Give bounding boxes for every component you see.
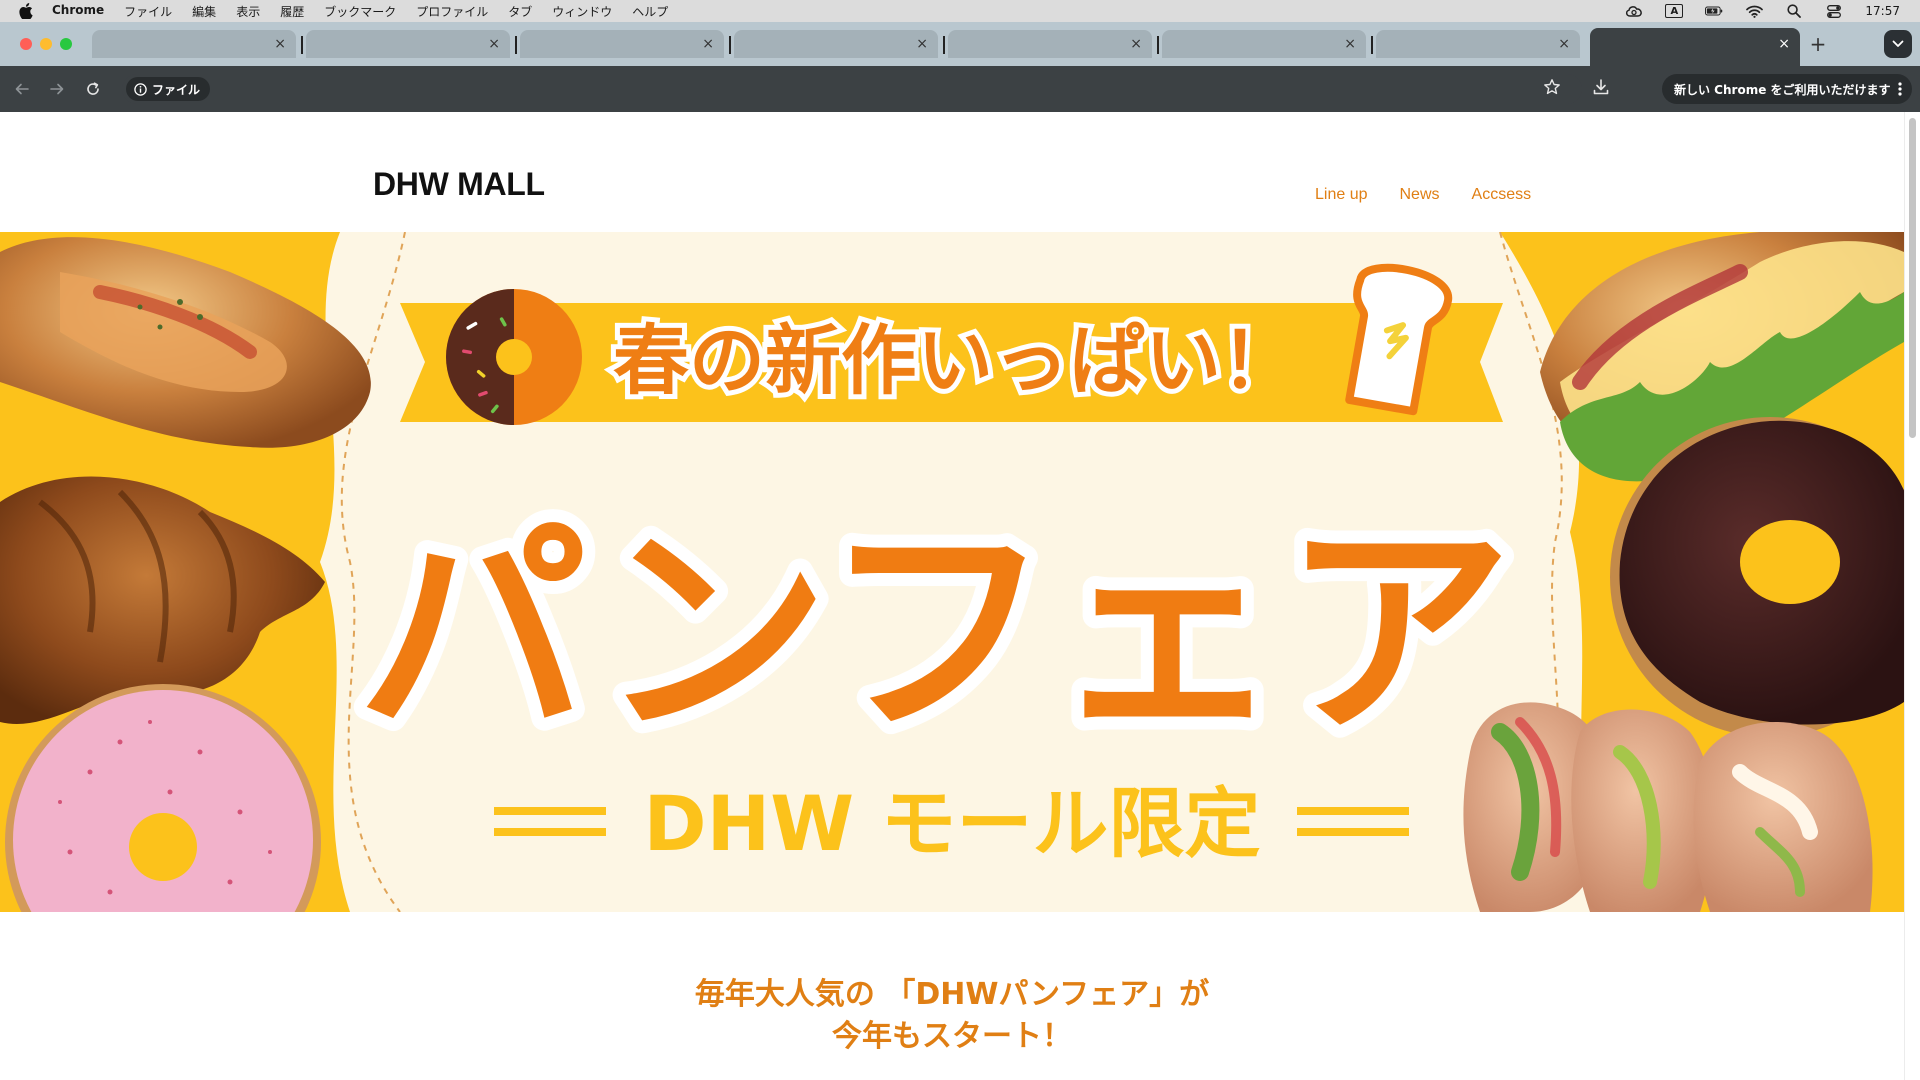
hero-title: パンフェア [358,500,1513,767]
tab-divider [1157,36,1159,54]
tab-close-icon[interactable]: × [274,36,286,52]
menu-chrome[interactable]: Chrome [52,3,104,20]
tab-divider [301,36,303,54]
menu-profiles[interactable]: プロファイル [416,3,488,20]
nav-link-news[interactable]: News [1400,186,1440,204]
apple-menu-icon[interactable] [18,3,34,19]
subtitle-rule-right [1297,828,1409,836]
menu-tab[interactable]: タブ [508,3,532,20]
nav-link-lineup[interactable]: Line up [1315,186,1368,204]
chrome-update-label: 新しい Chrome をご利用いただけます [1674,82,1891,97]
hero-headline: 春の新作いっぱい！ [613,316,1297,405]
tab-close-icon[interactable]: × [1130,36,1142,52]
browser-tab[interactable]: × [92,30,296,58]
forward-button[interactable] [47,79,67,99]
menu-bar-clock[interactable]: 17:57 [1865,4,1900,18]
menu-help[interactable]: ヘルプ [632,3,668,20]
window-zoom-button[interactable] [60,38,72,50]
intro-line-1: 毎年大人気の 「DHWパンフェア」が [694,977,1210,1012]
site-logo[interactable]: DHW MALL [373,166,545,203]
window-close-button[interactable] [20,38,32,50]
page-viewport: DHW MALL Line up News Accsess 春の新作いっぱい！ … [0,112,1920,1080]
hero-subtitle: DHW モール限定 [644,779,1261,868]
menu-file[interactable]: ファイル [124,3,172,20]
star-icon [1544,79,1560,95]
control-center-icon[interactable] [1825,4,1843,18]
tab-divider [515,36,517,54]
menu-view[interactable]: 表示 [236,3,260,20]
menu-window[interactable]: ウィンドウ [552,3,612,20]
intro-text: 毎年大人気の 「DHWパンフェア」が 今年もスタート！ [0,974,1904,1058]
nav-link-access[interactable]: Accsess [1472,186,1532,204]
menu-edit[interactable]: 編集 [192,3,216,20]
menu-bookmarks[interactable]: ブックマーク [324,3,396,20]
address-bar[interactable]: ファイル [122,74,1582,104]
browser-toolbar: ファイル 新しい Chrome をご利用いただけます [0,66,1920,112]
browser-tab[interactable]: × [1162,30,1366,58]
site-header: DHW MALL Line up News Accsess [0,112,1904,232]
site-chip-label: ファイル [152,82,201,97]
reload-icon [87,82,99,95]
menu-history[interactable]: 履歴 [280,3,304,20]
bagel-sandwich-image [1463,702,1873,912]
hero-banner: 春の新作いっぱい！ パンフェア DHW モール限定 [0,232,1904,912]
subtitle-rule-right [1297,807,1409,815]
new-tab-button[interactable]: + [1806,32,1830,56]
bookmark-star-button[interactable] [1543,78,1561,100]
global-nav: Line up News Accsess [1315,186,1531,204]
chevron-down-icon [1892,40,1904,47]
spotlight-search-icon[interactable] [1785,4,1803,18]
tab-close-icon[interactable]: × [916,36,928,52]
subtitle-rule-left [494,828,606,836]
browser-tab[interactable]: × [1376,30,1580,58]
download-icon [1593,79,1609,95]
page-scrollbar[interactable] [1904,112,1920,1080]
tab-divider [943,36,945,54]
donut-icon [446,289,582,425]
creative-cloud-icon[interactable] [1625,4,1643,18]
subtitle-rule-left [494,807,606,815]
chrome-update-button[interactable]: 新しい Chrome をご利用いただけます [1662,74,1912,104]
arrow-right-icon [50,83,64,95]
downloads-button[interactable] [1592,78,1610,100]
more-options-icon [1898,82,1902,96]
wifi-icon[interactable] [1745,4,1763,18]
active-browser-tab[interactable]: × [1590,28,1800,66]
tab-close-icon[interactable]: × [702,36,714,52]
browser-tab-strip: × × × × × × × × + [0,22,1920,66]
tab-close-icon[interactable]: × [1778,36,1790,52]
macos-menu-bar: Chrome ファイル 編集 表示 履歴 ブックマーク プロファイル タブ ウィ… [0,0,1920,22]
tab-search-button[interactable] [1884,30,1912,58]
hero-banner-artwork: 春の新作いっぱい！ パンフェア DHW モール限定 [0,232,1904,912]
tab-close-icon[interactable]: × [1344,36,1356,52]
scrollbar-thumb[interactable] [1909,118,1916,438]
browser-tab[interactable]: × [734,30,938,58]
input-source-icon[interactable]: A [1665,4,1684,18]
tab-close-icon[interactable]: × [1558,36,1570,52]
tab-close-icon[interactable]: × [488,36,500,52]
browser-tab[interactable]: × [520,30,724,58]
reload-button[interactable] [83,79,103,99]
tab-divider [1371,36,1373,54]
site-info-chip[interactable]: ファイル [126,77,211,101]
info-icon [134,82,147,96]
browser-tab[interactable]: × [948,30,1152,58]
intro-line-2: 今年もスタート！ [832,1019,1072,1054]
tab-divider [729,36,731,54]
window-minimize-button[interactable] [40,38,52,50]
battery-icon[interactable] [1705,4,1723,18]
arrow-left-icon [15,83,29,95]
back-button[interactable] [12,79,32,99]
browser-tab[interactable]: × [306,30,510,58]
